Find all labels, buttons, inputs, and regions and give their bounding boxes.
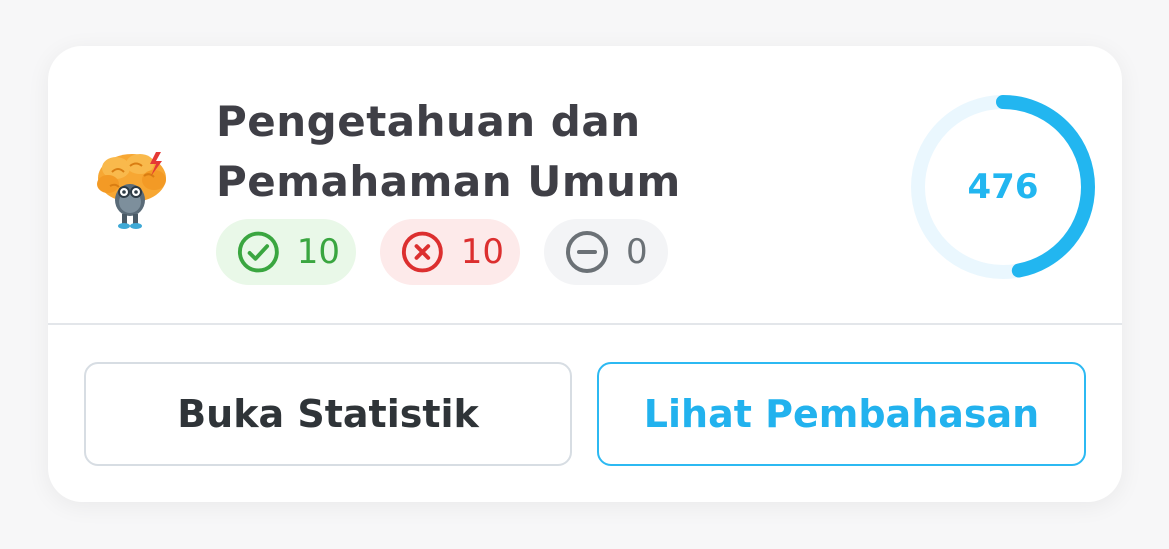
wrong-count-badge: 10 [380, 219, 520, 285]
check-circle-icon [237, 231, 279, 273]
divider [48, 323, 1122, 325]
correct-count: 10 [296, 232, 340, 272]
open-statistics-button[interactable]: Buka Statistik [84, 362, 572, 466]
wrong-count: 10 [460, 232, 504, 272]
subject-result-card: Pengetahuan dan Pemahaman Umum 10 10 0 4… [48, 46, 1122, 502]
empty-count-badge: 0 [544, 219, 668, 285]
x-circle-icon [401, 231, 443, 273]
brain-mascot-icon [97, 152, 166, 229]
score-value: 476 [967, 167, 1039, 207]
score-ring: 476 [908, 92, 1098, 282]
empty-count: 0 [626, 232, 648, 272]
view-discussion-button[interactable]: Lihat Pembahasan [597, 362, 1086, 466]
correct-count-badge: 10 [216, 219, 356, 285]
answer-stats: 10 10 0 [216, 219, 668, 285]
card-header: Pengetahuan dan Pemahaman Umum 10 10 0 4… [48, 46, 1122, 324]
subject-title: Pengetahuan dan Pemahaman Umum [216, 97, 681, 206]
minus-circle-icon [566, 231, 608, 273]
